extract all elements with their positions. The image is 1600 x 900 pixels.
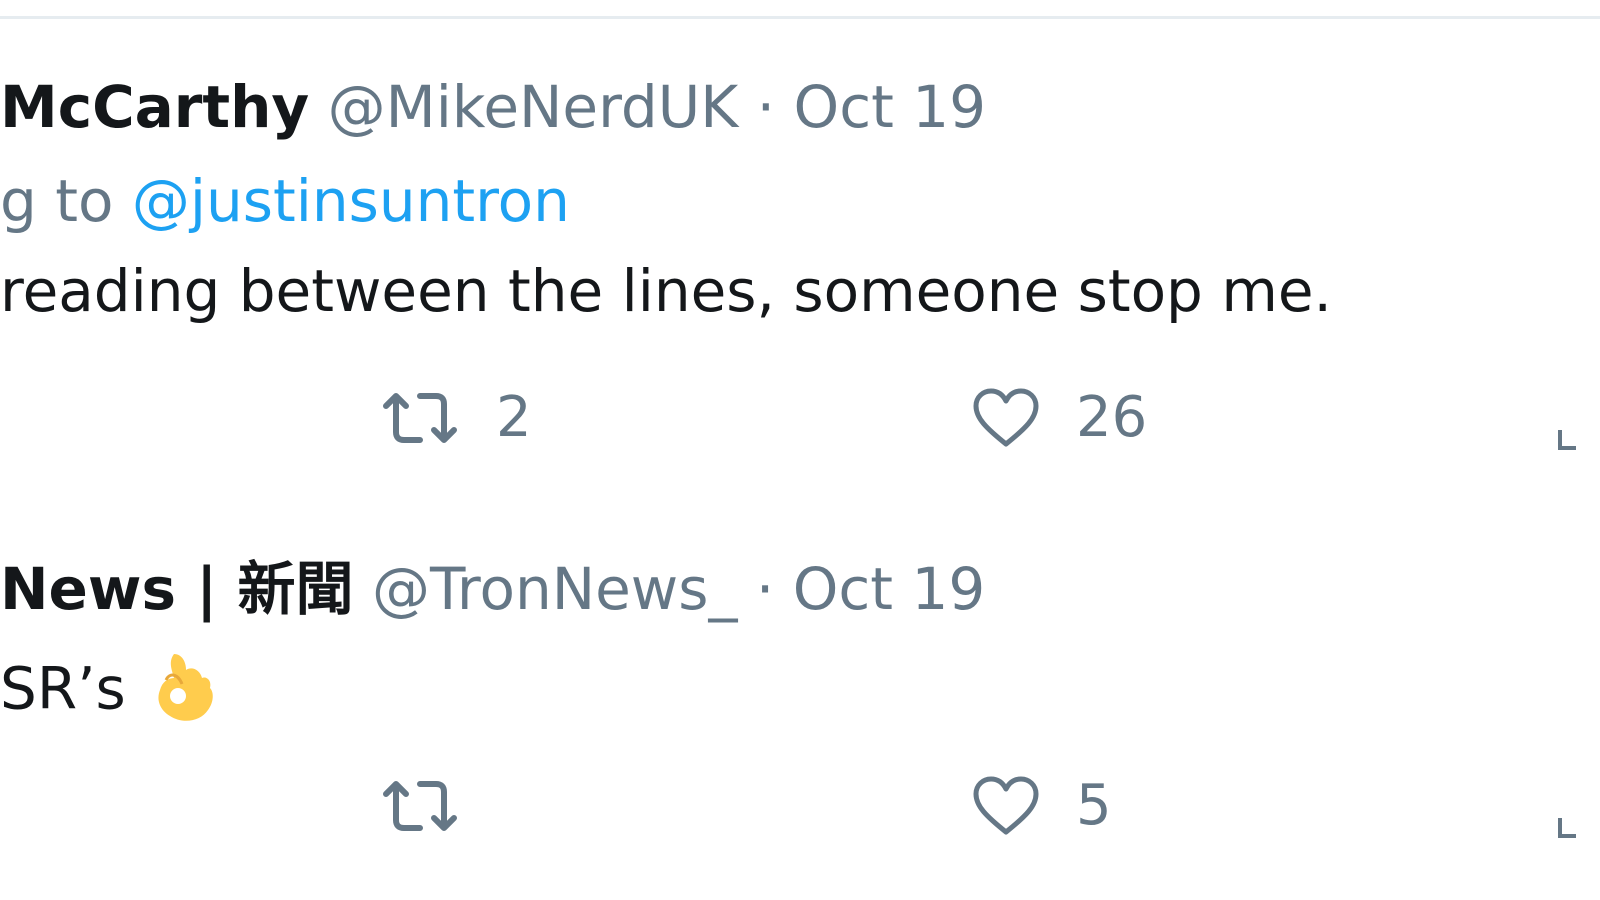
heart-icon [973,776,1039,835]
author-name[interactable]: McCarthy [0,73,309,141]
separator-dot: · [755,555,775,623]
ok-hand-emoji [152,650,216,735]
share-icon [1558,818,1576,838]
author-name[interactable]: News | 新聞 [0,555,354,623]
like-count: 5 [1076,773,1112,838]
tweet-text: SR’s [0,650,216,735]
replying-to-label: g to [0,167,114,235]
retweet-button[interactable] [380,776,496,836]
tweet-header: McCarthy @MikeNerdUK · Oct 19 [0,78,986,136]
tweet-text: reading between the lines, someone stop … [0,257,1332,325]
tweet-header: News | 新聞 @TronNews_ · Oct 19 [0,560,985,618]
author-handle[interactable]: @MikeNerdUK [328,73,739,141]
like-count: 26 [1076,385,1148,450]
retweet-icon [383,781,457,831]
like-button[interactable]: 5 [972,776,1112,836]
top-divider [0,16,1600,19]
mention-link[interactable]: @justinsuntron [132,167,570,235]
separator-dot: · [756,73,776,141]
share-button[interactable] [1556,418,1576,458]
replying-to: g to @justinsuntron [0,172,570,230]
retweet-count: 2 [496,385,532,450]
tweet-date[interactable]: Oct 19 [793,555,986,623]
retweet-button[interactable]: 2 [380,388,532,448]
share-button[interactable] [1556,806,1576,846]
tweet-date[interactable]: Oct 19 [794,73,987,141]
heart-icon [973,388,1039,447]
retweet-icon [383,393,457,443]
author-handle[interactable]: @TronNews_ [372,555,737,623]
tweet-text-content: SR’s [0,654,126,723]
like-button[interactable]: 26 [972,388,1147,448]
share-icon [1558,430,1576,450]
